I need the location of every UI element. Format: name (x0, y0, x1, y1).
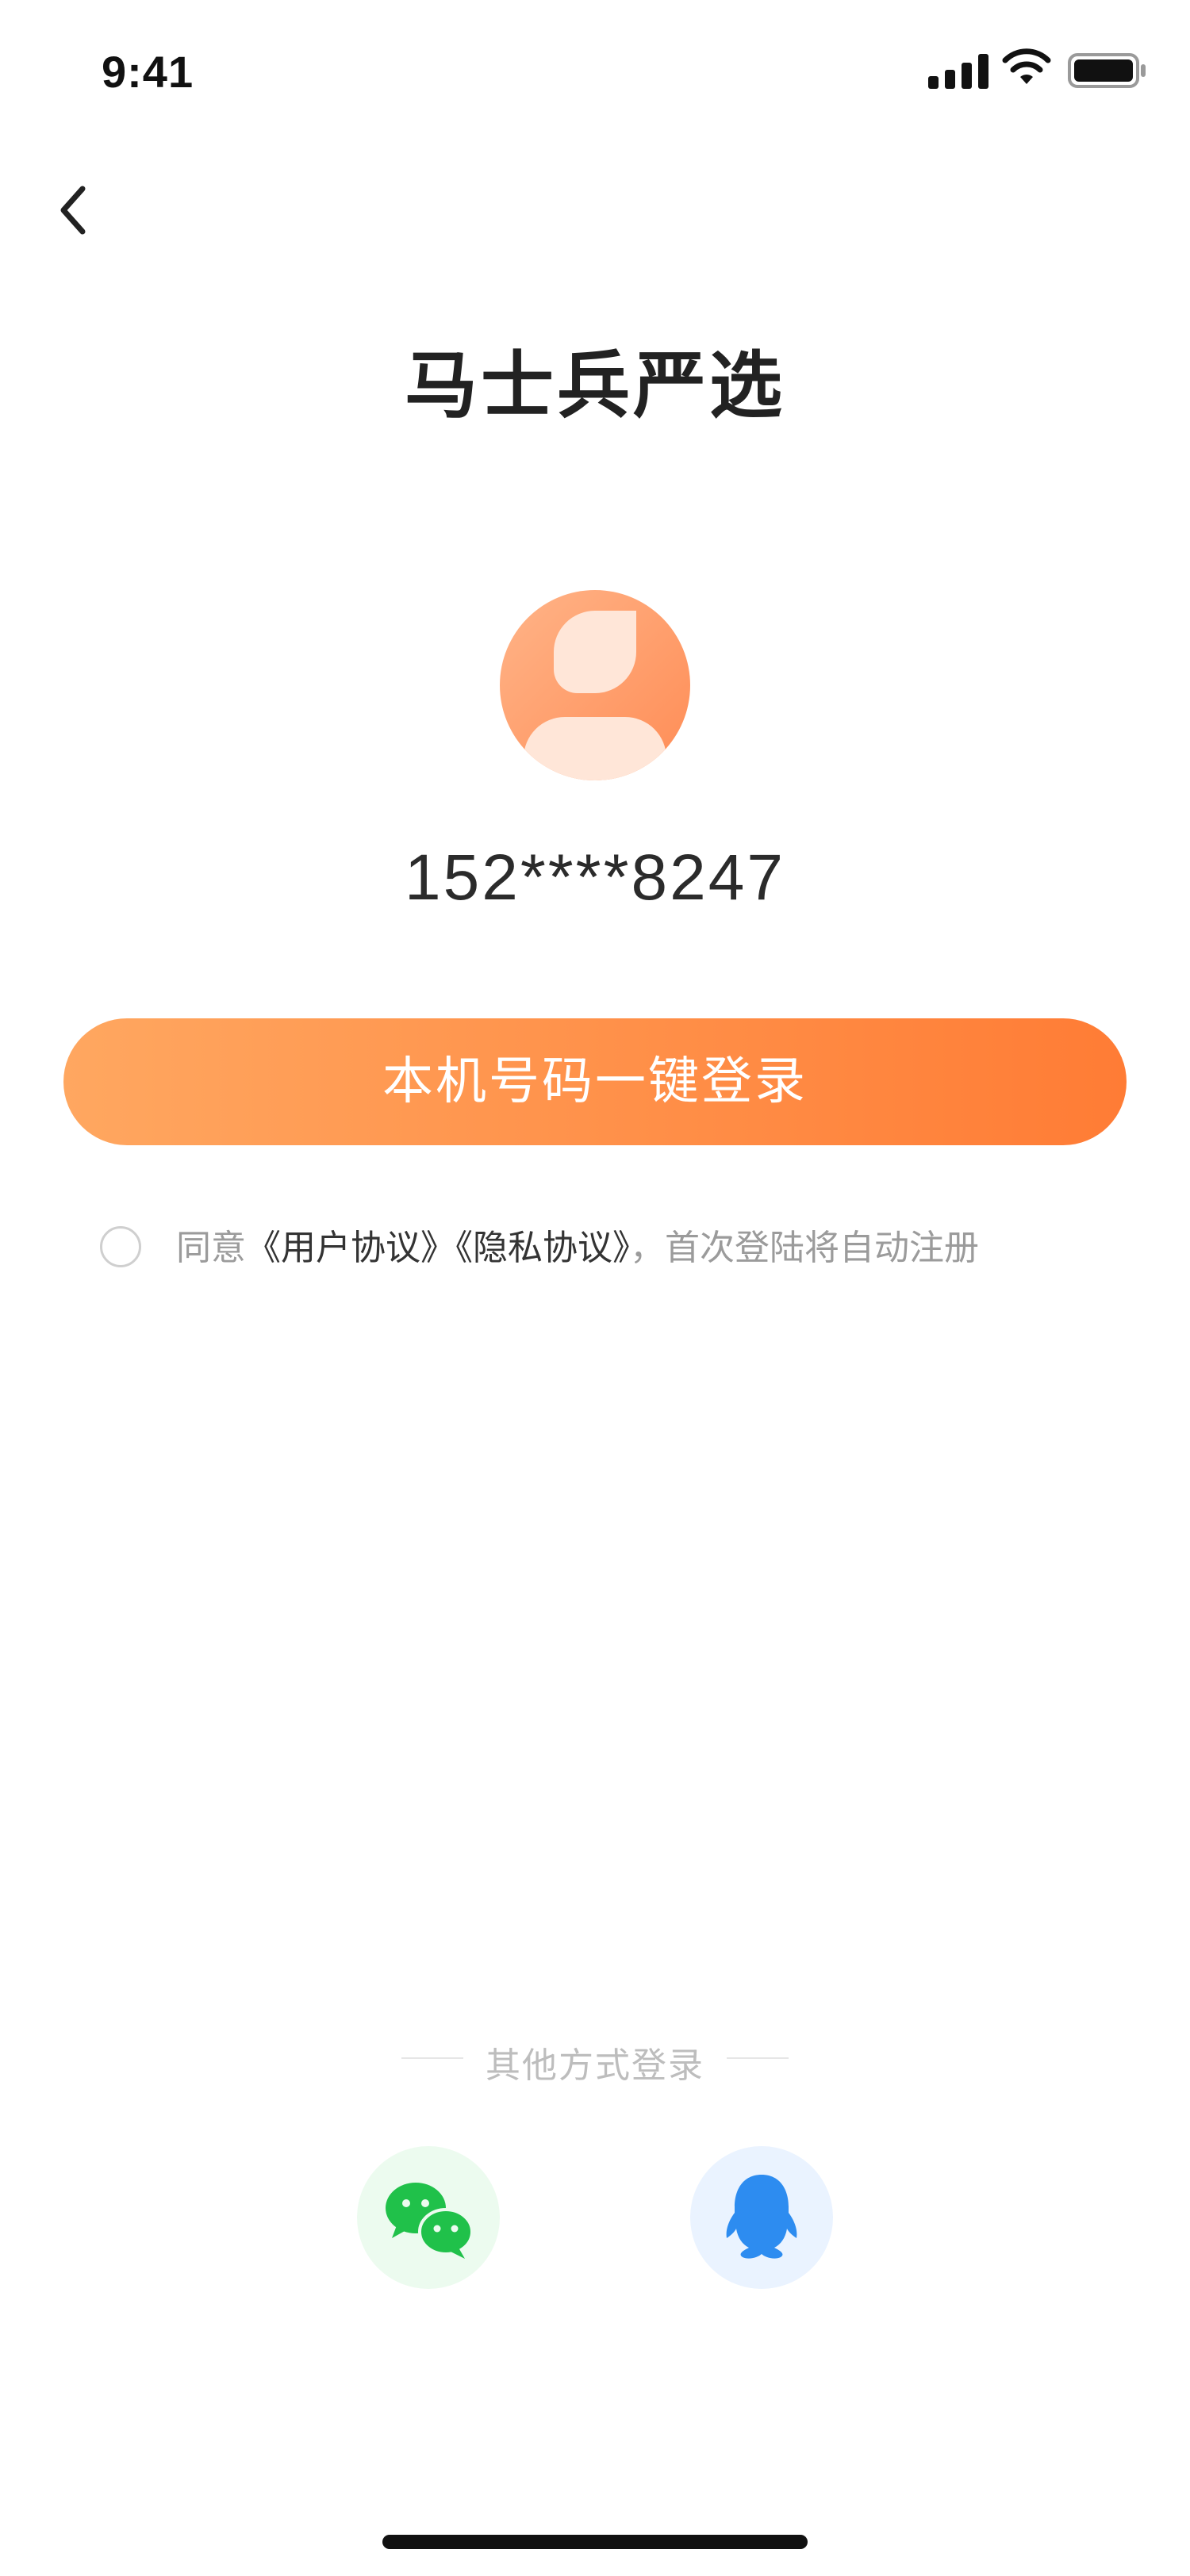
qq-login-button[interactable] (690, 2146, 833, 2289)
wechat-icon (386, 2183, 474, 2259)
agreement-checkbox[interactable] (100, 1226, 141, 1267)
divider-right (727, 2057, 789, 2059)
avatar (500, 590, 690, 780)
agreement-suffix: ，首次登陆将自动注册 (630, 1228, 979, 1268)
cellular-signal-icon (928, 54, 988, 89)
home-indicator (382, 2535, 808, 2549)
agreement-text: 同意《用户协议》《隐私协议》，首次登陆将自动注册 (176, 1225, 979, 1272)
page-title: 马士兵严选 (404, 343, 785, 428)
chevron-left-icon (60, 186, 86, 235)
wifi-icon (1001, 48, 1052, 87)
qq-penguin-icon (726, 2175, 797, 2259)
agreement-prefix: 同意 (176, 1228, 246, 1268)
privacy-agreement-link[interactable]: 《隐私协议》 (455, 1228, 630, 1268)
back-button[interactable] (48, 174, 103, 246)
one-tap-login-button[interactable]: 本机号码一键登录 (63, 1018, 1127, 1145)
wechat-login-button[interactable] (357, 2146, 500, 2289)
other-login-label: 其他方式登录 (486, 2045, 704, 2086)
status-time: 9:41 (102, 47, 194, 97)
user-avatar-icon (524, 611, 666, 780)
user-agreement-link[interactable]: 《用户协议》 (246, 1228, 455, 1268)
phone-number: 152****8247 (405, 841, 785, 914)
battery-icon (1068, 52, 1147, 89)
